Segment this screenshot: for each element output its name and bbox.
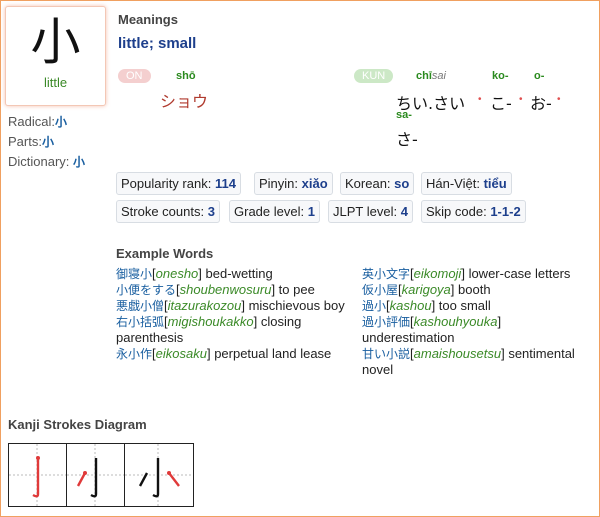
example-word-link[interactable]: 悪戯小僧	[116, 299, 164, 313]
kanji-side-info: Radical:小 Parts:小 Dictionary: 小	[8, 112, 85, 172]
kun-romaji-4: sa-	[396, 109, 412, 121]
stat-skip-code: Skip code: 1-1-2	[421, 200, 526, 223]
dictionary-label: Dictionary:	[8, 154, 70, 169]
stroke-step-1	[9, 444, 67, 506]
parts-link[interactable]: 小	[42, 135, 54, 149]
on-kana: ショウ	[160, 92, 209, 111]
meanings-text: little; small	[118, 35, 197, 52]
example-word-link[interactable]: 永小作	[116, 347, 152, 361]
strokes-diagram-title: Kanji Strokes Diagram	[8, 417, 147, 432]
example-word-link[interactable]: 右小括弧	[116, 315, 164, 329]
example-word-item: 英小文字[eikomoji] lower-case letters	[362, 266, 571, 281]
kun-separator-dot: •	[557, 94, 561, 105]
on-badge: ON	[118, 69, 151, 83]
kun-kana-4: さ-	[396, 130, 418, 149]
kun-kana-2: こ-	[490, 94, 512, 113]
stat-han-viet: Hán-Việt: tiểu	[421, 172, 512, 195]
example-words-left: 御寝小[onesho] bed-wetting 小便をする[shoubenwos…	[116, 266, 348, 362]
kun-kana-3: お-	[530, 94, 552, 113]
stat-stroke-count: Stroke counts: 3	[116, 200, 220, 223]
stroke-step-2	[67, 444, 125, 506]
stat-pinyin: Pinyin: xiǎo	[254, 172, 333, 195]
example-word-link[interactable]: 過小	[362, 299, 386, 313]
example-word-link[interactable]: 甘い小説	[362, 347, 410, 361]
strokes-diagram	[8, 443, 194, 507]
example-word-link[interactable]: 小便をする	[116, 283, 176, 297]
parts-row: Parts:小	[8, 132, 85, 152]
stat-grade-level: Grade level: 1	[229, 200, 320, 223]
stat-popularity-rank: Popularity rank: 114	[116, 172, 241, 195]
example-word-link[interactable]: 仮小屋	[362, 283, 398, 297]
dictionary-row: Dictionary: 小	[8, 152, 85, 172]
example-word-item: 甘い小説[amaishousetsu] sentimental novel	[362, 346, 575, 377]
kun-separator-dot: •	[519, 94, 523, 105]
example-word-item: 永小作[eikosaku] perpetual land lease	[116, 346, 332, 361]
example-word-item: 過小[kashou] too small	[362, 298, 491, 313]
kanji-card: 小 little	[5, 6, 106, 106]
stat-jlpt-level: JLPT level: 4	[328, 200, 413, 223]
radical-label: Radical:	[8, 114, 55, 129]
kun-romaji-1: chīsai	[416, 70, 446, 82]
kun-romaji-3: o-	[534, 70, 545, 82]
example-word-item: 過小評価[kashouhyouka] underestimation	[362, 314, 502, 345]
stat-korean: Korean: so	[340, 172, 415, 195]
kanji-character: 小	[30, 13, 81, 71]
kun-romaji-2: ko-	[492, 70, 509, 82]
kun-separator-dot: •	[478, 94, 482, 105]
example-words-right: 英小文字[eikomoji] lower-case letters 仮小屋[ka…	[362, 266, 592, 378]
example-word-link[interactable]: 英小文字	[362, 267, 410, 281]
radical-link[interactable]: 小	[55, 115, 67, 129]
example-word-item: 右小括弧[migishoukakko] closing parenthesis	[116, 314, 302, 345]
example-word-item: 御寝小[onesho] bed-wetting	[116, 266, 273, 281]
kun-badge: KUN	[354, 69, 394, 83]
example-word-item: 仮小屋[karigoya] booth	[362, 282, 491, 297]
on-romaji: shō	[176, 70, 196, 82]
parts-label: Parts:	[8, 134, 42, 149]
example-word-item: 小便をする[shoubenwosuru] to pee	[116, 282, 315, 297]
example-word-link[interactable]: 御寝小	[116, 267, 152, 281]
meanings-title: Meanings	[118, 12, 178, 27]
dictionary-link[interactable]: 小	[73, 155, 85, 169]
example-word-item: 悪戯小僧[itazurakozou] mischievous boy	[116, 298, 345, 313]
example-words-title: Example Words	[116, 246, 214, 261]
radical-row: Radical:小	[8, 112, 85, 132]
example-word-link[interactable]: 過小評価	[362, 315, 410, 329]
kanji-short-meaning: little	[43, 75, 68, 90]
stroke-step-3	[125, 444, 192, 506]
